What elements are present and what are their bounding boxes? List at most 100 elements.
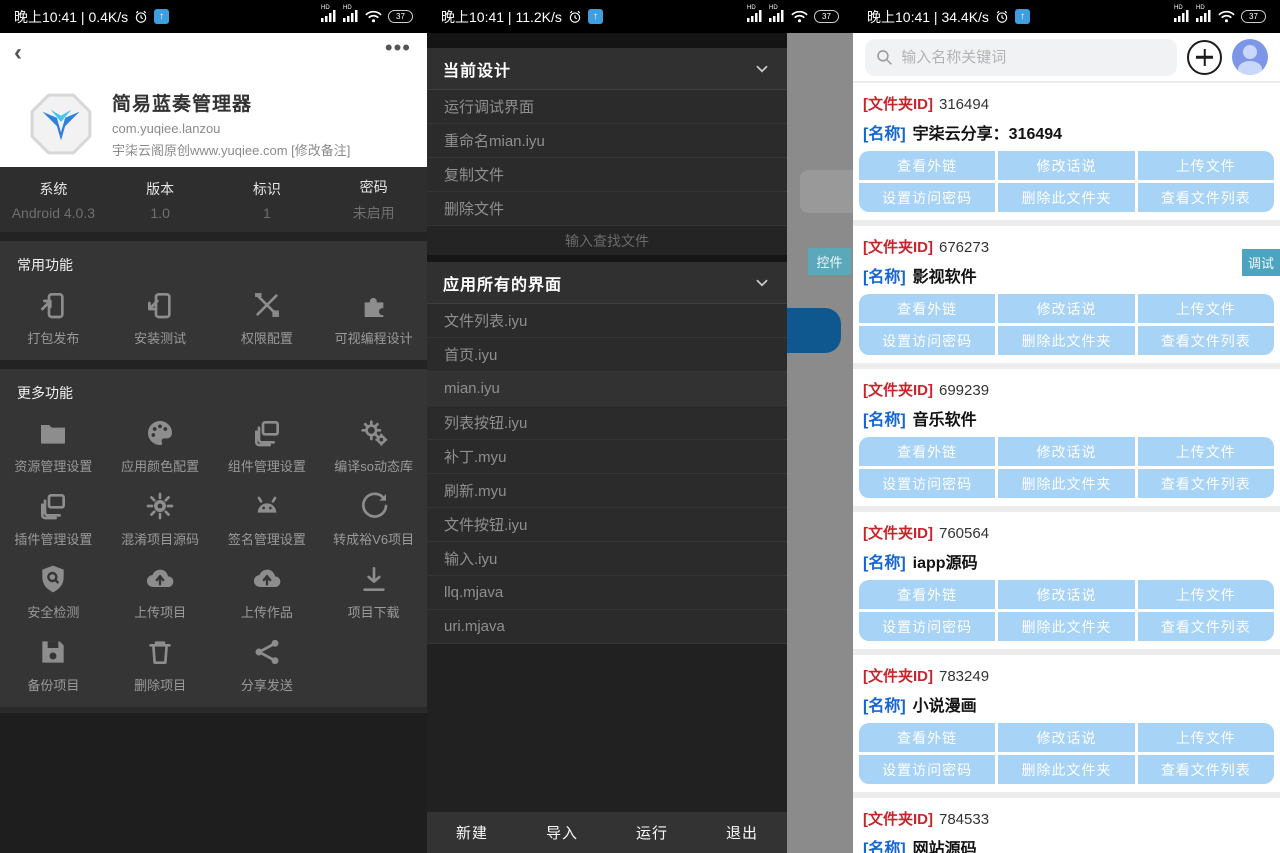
wifi-icon (1218, 10, 1235, 23)
menu-run-debug[interactable]: 运行调试界面 (427, 90, 787, 124)
delete-folder-button[interactable]: 删除此文件夹 (998, 755, 1134, 784)
upload-app-badge-icon: ↑ (588, 9, 603, 24)
view-files-button[interactable]: 查看文件列表 (1138, 612, 1274, 641)
account-avatar[interactable] (1232, 39, 1268, 75)
function-security-check[interactable]: 安全检测 (0, 555, 107, 628)
folder-entry: [文件夹ID]784533 [名称]网站源码 查看外链 修改话说 上传文件 设置… (853, 798, 1280, 853)
section-current-design[interactable]: 当前设计 (427, 48, 787, 90)
function-project-download[interactable]: 项目下载 (320, 555, 427, 628)
view-link-button[interactable]: 查看外链 (859, 580, 995, 609)
folder-actions: 查看外链 修改话说 上传文件 设置访问密码 删除此文件夹 查看文件列表 (859, 580, 1274, 641)
set-password-button[interactable]: 设置访问密码 (859, 755, 995, 784)
signal-icon: HD (321, 9, 337, 25)
function-upload-work[interactable]: 上传作品 (214, 555, 321, 628)
view-link-button[interactable]: 查看外链 (859, 294, 995, 323)
function-package-publish[interactable]: 打包发布 (0, 281, 107, 354)
edit-note-button[interactable]: 修改话说 (998, 294, 1134, 323)
add-folder-button[interactable] (1187, 40, 1222, 75)
function-permissions[interactable]: 权限配置 (214, 281, 321, 354)
view-files-button[interactable]: 查看文件列表 (1138, 183, 1274, 212)
function-obfuscate-source[interactable]: 混淆项目源码 (107, 482, 214, 555)
back-button[interactable]: ‹ (14, 39, 22, 67)
edit-note-button[interactable]: 修改话说 (998, 723, 1134, 752)
function-delete-project[interactable]: 删除项目 (107, 628, 214, 701)
function-visual-design[interactable]: 可视编程设计 (320, 281, 427, 354)
delete-folder-button[interactable]: 删除此文件夹 (998, 612, 1134, 641)
file-item[interactable]: 文件列表.iyu (427, 304, 787, 338)
signal-icon: HD (1174, 9, 1190, 25)
folder-name-label: [名称] (863, 412, 906, 429)
set-password-button[interactable]: 设置访问密码 (859, 469, 995, 498)
folder-name-value: 宇柒云分享：316494 (913, 126, 1062, 143)
edit-note-button[interactable]: 修改话说 (998, 437, 1134, 466)
function-backup-project[interactable]: 备份项目 (0, 628, 107, 701)
view-link-button[interactable]: 查看外链 (859, 723, 995, 752)
upload-file-button[interactable]: 上传文件 (1138, 580, 1274, 609)
info-value: 1.0 (150, 205, 169, 221)
function-app-colors[interactable]: 应用颜色配置 (107, 409, 214, 482)
more-menu-button[interactable]: ••• (385, 35, 411, 61)
file-item-selected[interactable]: mian.iyu (427, 372, 787, 406)
function-signature-manage[interactable]: 签名管理设置 (214, 482, 321, 555)
section-all-screens[interactable]: 应用所有的界面 (427, 262, 787, 304)
menu-rename[interactable]: 重命名mian.iyu (427, 124, 787, 158)
folder-id-value: 699239 (939, 382, 989, 399)
delete-folder-button[interactable]: 删除此文件夹 (998, 326, 1134, 355)
upload-file-button[interactable]: 上传文件 (1138, 723, 1274, 752)
file-item[interactable]: 列表按钮.iyu (427, 406, 787, 440)
file-item[interactable]: 输入.iyu (427, 542, 787, 576)
app-logo-icon (28, 91, 94, 157)
file-item[interactable]: 文件按钮.iyu (427, 508, 787, 542)
menu-delete-file[interactable]: 删除文件 (427, 192, 787, 226)
run-button[interactable]: 运行 (607, 822, 697, 843)
file-item[interactable]: llq.mjava (427, 576, 787, 610)
upload-file-button[interactable]: 上传文件 (1138, 151, 1274, 180)
view-link-button[interactable]: 查看外链 (859, 151, 995, 180)
folder-actions: 查看外链 修改话说 上传文件 设置访问密码 删除此文件夹 查看文件列表 (859, 151, 1274, 212)
function-upload-project[interactable]: 上传项目 (107, 555, 214, 628)
edit-note-button[interactable]: 修改话说 (998, 151, 1134, 180)
folder-entry: [文件夹ID]676273 [名称]影视软件 查看外链 修改话说 上传文件 设置… (853, 226, 1280, 363)
folder-name-value: 音乐软件 (913, 412, 977, 429)
new-button[interactable]: 新建 (427, 822, 517, 843)
folder-name-value: iapp源码 (913, 555, 978, 572)
file-item[interactable]: 补丁.myu (427, 440, 787, 474)
find-file-field[interactable] (427, 226, 787, 255)
function-resource-manage[interactable]: 资源管理设置 (0, 409, 107, 482)
exit-button[interactable]: 退出 (697, 822, 787, 843)
file-item[interactable]: 首页.iyu (427, 338, 787, 372)
function-compile-so[interactable]: 编译so动态库 (320, 409, 427, 482)
function-convert-v6[interactable]: 转成裕V6项目 (320, 482, 427, 555)
import-button[interactable]: 导入 (517, 822, 607, 843)
alarm-icon (134, 10, 148, 24)
set-password-button[interactable]: 设置访问密码 (859, 612, 995, 641)
app-title: 简易蓝奏管理器 (112, 89, 350, 116)
view-files-button[interactable]: 查看文件列表 (1138, 326, 1274, 355)
edit-note-button[interactable]: 修改话说 (998, 580, 1134, 609)
view-files-button[interactable]: 查看文件列表 (1138, 469, 1274, 498)
function-plugin-manage[interactable]: 插件管理设置 (0, 482, 107, 555)
search-field[interactable] (865, 39, 1177, 76)
menu-copy-file[interactable]: 复制文件 (427, 158, 787, 192)
upload-file-button[interactable]: 上传文件 (1138, 294, 1274, 323)
set-password-button[interactable]: 设置访问密码 (859, 183, 995, 212)
find-file-input[interactable] (427, 233, 787, 249)
file-item[interactable]: 刷新.myu (427, 474, 787, 508)
signal-icon: HD (769, 9, 785, 25)
set-password-button[interactable]: 设置访问密码 (859, 326, 995, 355)
debug-floating-badge[interactable]: 调试 (1242, 249, 1280, 276)
search-input[interactable] (901, 49, 1167, 66)
gears-icon (358, 417, 390, 449)
function-share-send[interactable]: 分享发送 (214, 628, 321, 701)
function-component-manage[interactable]: 组件管理设置 (214, 409, 321, 482)
upload-file-button[interactable]: 上传文件 (1138, 437, 1274, 466)
function-install-test[interactable]: 安装测试 (107, 281, 214, 354)
file-item[interactable]: uri.mjava (427, 610, 787, 644)
puzzle-icon (358, 289, 390, 321)
delete-folder-button[interactable]: 删除此文件夹 (998, 183, 1134, 212)
tools-icon (251, 289, 283, 321)
view-link-button[interactable]: 查看外链 (859, 437, 995, 466)
delete-folder-button[interactable]: 删除此文件夹 (998, 469, 1134, 498)
view-files-button[interactable]: 查看文件列表 (1138, 755, 1274, 784)
signal-icon: HD (1196, 9, 1212, 25)
